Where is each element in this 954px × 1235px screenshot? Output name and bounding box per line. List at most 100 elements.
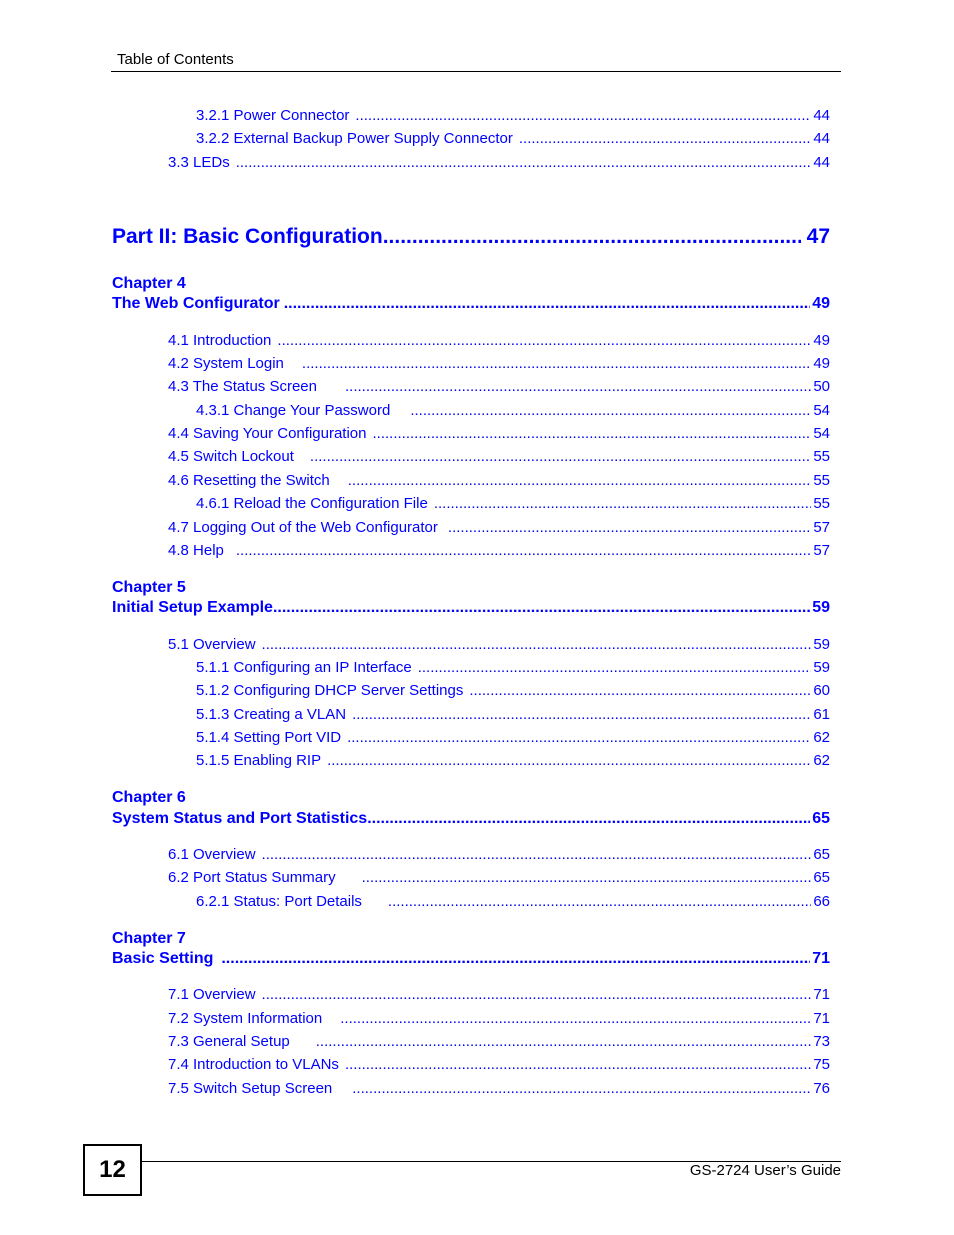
toc-entry[interactable]: 5.1 Overview 59 bbox=[168, 636, 830, 653]
toc-entry-title: 4.2 System Login bbox=[168, 355, 284, 372]
toc-entry[interactable]: 3.2.2 External Backup Power Supply Conne… bbox=[196, 130, 830, 147]
dot-leader bbox=[277, 332, 811, 349]
toc-entry-title: 6.2.1 Status: Port Details bbox=[196, 893, 362, 910]
dot-leader bbox=[316, 1033, 812, 1050]
dot-leader bbox=[362, 869, 812, 886]
toc-entry-page: 59 bbox=[813, 659, 830, 676]
dot-leader bbox=[262, 636, 812, 653]
toc-entry[interactable]: 4.1 Introduction 49 bbox=[168, 332, 830, 349]
toc-entry-page: 62 bbox=[813, 729, 830, 746]
dot-leader bbox=[348, 472, 812, 489]
toc-entry-page: 71 bbox=[813, 986, 830, 1003]
footer-guide-title: GS-2724 User’s Guide bbox=[689, 1162, 841, 1179]
toc-entry-page: 44 bbox=[813, 107, 830, 124]
toc-entry-page: 61 bbox=[813, 706, 830, 723]
toc-entry-page: 73 bbox=[813, 1033, 830, 1050]
toc-entry-title: 4.3 The Status Screen bbox=[168, 378, 317, 395]
toc-entry-page: 57 bbox=[813, 519, 830, 536]
dot-leader bbox=[327, 752, 811, 769]
toc-entry-page: 55 bbox=[813, 495, 830, 512]
toc-entry[interactable]: 4.4 Saving Your Configuration 54 bbox=[168, 425, 830, 442]
dot-leader bbox=[448, 519, 811, 536]
toc-chapter-entry[interactable]: The Web Configurator 49 bbox=[112, 295, 830, 313]
toc-entry-title: 7.3 General Setup bbox=[168, 1033, 290, 1050]
toc-entry-page: 60 bbox=[813, 682, 830, 699]
dot-leader bbox=[418, 659, 812, 676]
header-divider bbox=[111, 71, 841, 72]
chapter-label: Chapter 4 bbox=[112, 275, 186, 292]
dot-leader bbox=[352, 1080, 811, 1097]
toc-entry[interactable]: 7.1 Overview 71 bbox=[168, 986, 830, 1003]
toc-entry-title: 4.6 Resetting the Switch bbox=[168, 472, 330, 489]
toc-entry[interactable]: 7.2 System Information 71 bbox=[168, 1010, 830, 1027]
toc-entry[interactable]: 4.6.1 Reload the Configuration File 55 bbox=[196, 495, 830, 512]
toc-entry-title: 4.1 Introduction bbox=[168, 332, 272, 349]
toc-entry[interactable]: 4.5 Switch Lockout 55 bbox=[168, 448, 830, 465]
toc-chapter-entry[interactable]: Initial Setup Example 59 bbox=[112, 599, 830, 617]
toc-chapter-entry[interactable]: Basic Setting 71 bbox=[112, 950, 830, 968]
toc-entry[interactable]: 3.3 LEDs 44 bbox=[168, 154, 830, 171]
toc-entry[interactable]: 5.1.4 Setting Port VID 62 bbox=[196, 729, 830, 746]
toc-entry-title: 7.5 Switch Setup Screen bbox=[168, 1080, 333, 1097]
toc-entry-title: 5.1.1 Configuring an IP Interface bbox=[196, 659, 412, 676]
dot-leader bbox=[236, 542, 811, 559]
dot-leader bbox=[262, 846, 812, 863]
toc-entry[interactable]: 4.8 Help 57 bbox=[168, 542, 830, 559]
chapter-page: 65 bbox=[812, 810, 830, 827]
toc-entry[interactable]: 5.1.3 Creating a VLAN 61 bbox=[196, 706, 830, 723]
dot-leader bbox=[469, 682, 811, 699]
toc-entry[interactable]: 4.7 Logging Out of the Web Configurator 5… bbox=[168, 519, 830, 536]
dot-leader bbox=[383, 225, 801, 249]
dot-leader bbox=[236, 154, 812, 171]
toc-entry-page: 49 bbox=[813, 332, 830, 349]
toc-entry[interactable]: 4.3.1 Change Your Password 54 bbox=[196, 402, 830, 419]
toc-entry-title: 7.2 System Information bbox=[168, 1010, 323, 1027]
dot-leader bbox=[388, 893, 811, 910]
toc-entry-page: 50 bbox=[813, 378, 830, 395]
toc-entry-title: 5.1.4 Setting Port VID bbox=[196, 729, 342, 746]
toc-entry[interactable]: 4.2 System Login 49 bbox=[168, 355, 830, 372]
chapter-title: Basic Setting bbox=[112, 950, 214, 967]
toc-entry-title: 6.2 Port Status Summary bbox=[168, 869, 336, 886]
toc-entry[interactable]: 6.2 Port Status Summary 65 bbox=[168, 869, 830, 886]
dot-leader bbox=[345, 378, 811, 395]
toc-entry[interactable]: 6.1 Overview 65 bbox=[168, 846, 830, 863]
part-page: 47 bbox=[806, 225, 830, 248]
toc-chapter-entry[interactable]: System Status and Port Statistics 65 bbox=[112, 810, 830, 828]
toc-entry-title: 6.1 Overview bbox=[168, 846, 256, 863]
dot-leader bbox=[352, 706, 811, 723]
toc-entry-title: 4.3.1 Change Your Password bbox=[196, 402, 391, 419]
toc-entry-page: 71 bbox=[813, 1010, 830, 1027]
dot-leader bbox=[434, 495, 812, 512]
chapter-page: 59 bbox=[812, 599, 830, 616]
dot-leader bbox=[221, 950, 810, 968]
toc-entry[interactable]: 5.1.5 Enabling RIP 62 bbox=[196, 752, 830, 769]
toc-entry[interactable]: 5.1.1 Configuring an IP Interface 59 bbox=[196, 659, 830, 676]
dot-leader bbox=[310, 448, 811, 465]
toc-entry-page: 65 bbox=[813, 846, 830, 863]
toc-entry-page: 65 bbox=[813, 869, 830, 886]
toc-entry[interactable]: 3.2.1 Power Connector 44 bbox=[196, 107, 830, 124]
toc-entry-title: 5.1.2 Configuring DHCP Server Settings bbox=[196, 682, 464, 699]
dot-leader bbox=[355, 107, 811, 124]
toc-part-entry[interactable]: Part II: Basic Configuration 47 bbox=[112, 225, 830, 249]
chapter-label: Chapter 5 bbox=[112, 579, 186, 596]
toc-entry[interactable]: 7.4 Introduction to VLANs 75 bbox=[168, 1056, 830, 1073]
toc-entry[interactable]: 7.3 General Setup 73 bbox=[168, 1033, 830, 1050]
toc-entry-title: 7.1 Overview bbox=[168, 986, 256, 1003]
toc-entry-page: 75 bbox=[813, 1056, 830, 1073]
dot-leader bbox=[262, 986, 812, 1003]
toc-entry-page: 57 bbox=[813, 542, 830, 559]
toc-entry[interactable]: 7.5 Switch Setup Screen 76 bbox=[168, 1080, 830, 1097]
dot-leader bbox=[345, 1056, 811, 1073]
toc-entry-title: 5.1.5 Enabling RIP bbox=[196, 752, 322, 769]
toc-entry-page: 44 bbox=[813, 130, 830, 147]
chapter-page: 71 bbox=[812, 950, 830, 967]
toc-entry[interactable]: 6.2.1 Status: Port Details 66 bbox=[196, 893, 830, 910]
chapter-page: 49 bbox=[812, 295, 830, 312]
toc-entry[interactable]: 4.6 Resetting the Switch 55 bbox=[168, 472, 830, 489]
toc-entry[interactable]: 5.1.2 Configuring DHCP Server Settings 60 bbox=[196, 682, 830, 699]
toc-entry[interactable]: 4.3 The Status Screen 50 bbox=[168, 378, 830, 395]
chapter-label: Chapter 6 bbox=[112, 789, 186, 806]
page-number: 12 bbox=[99, 1156, 126, 1183]
